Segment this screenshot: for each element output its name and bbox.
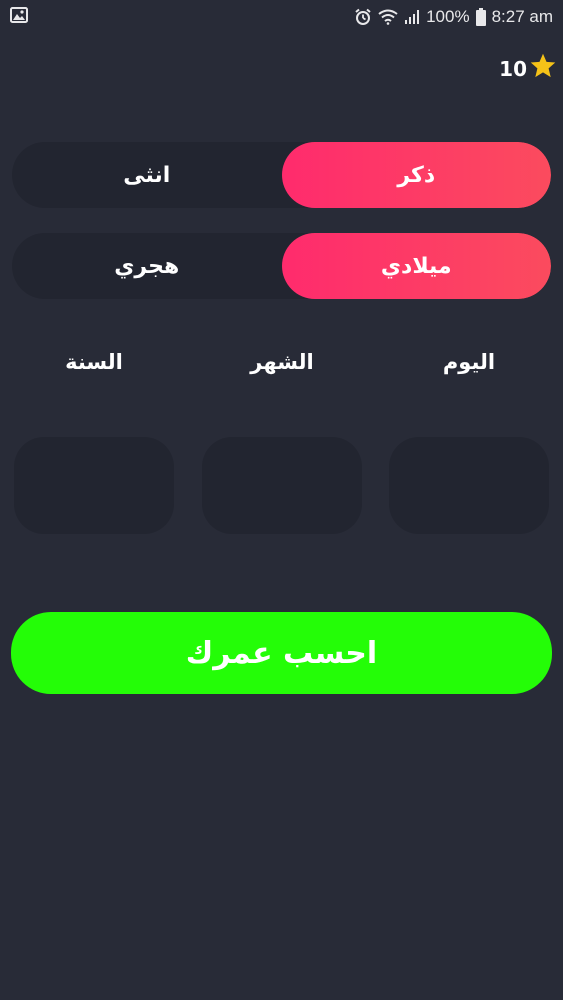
wifi-icon — [378, 9, 398, 25]
year-label: السنة — [65, 350, 123, 374]
gender-male-option[interactable]: ذكر — [281, 142, 551, 208]
month-label: الشهر — [250, 350, 314, 374]
coins-count: 10 — [499, 56, 527, 81]
day-label: اليوم — [442, 350, 496, 374]
month-input[interactable] — [202, 437, 362, 534]
year-input[interactable] — [14, 437, 174, 534]
battery-icon — [475, 8, 486, 26]
calendar-selector: ميلادي هجري — [12, 233, 551, 299]
calendar-hijri-option[interactable]: هجري — [12, 233, 282, 299]
gallery-notification-icon — [10, 6, 28, 28]
clock-time: 8:27 am — [491, 7, 553, 26]
day-input[interactable] — [389, 437, 549, 534]
signal-icon — [404, 9, 420, 25]
gender-selector: ذكر انثى — [12, 142, 551, 208]
battery-percent: 100% — [426, 7, 470, 26]
coins-counter[interactable]: 10 — [499, 52, 557, 85]
calculate-age-button[interactable]: احسب عمرك — [11, 612, 552, 694]
alarm-icon — [354, 8, 372, 26]
status-bar: 100% 8:27 am — [0, 0, 563, 34]
calendar-gregorian-option[interactable]: ميلادي — [281, 233, 551, 299]
star-icon — [529, 52, 557, 85]
date-labels: السنة الشهر اليوم — [0, 350, 563, 390]
gender-female-option[interactable]: انثى — [12, 142, 282, 208]
